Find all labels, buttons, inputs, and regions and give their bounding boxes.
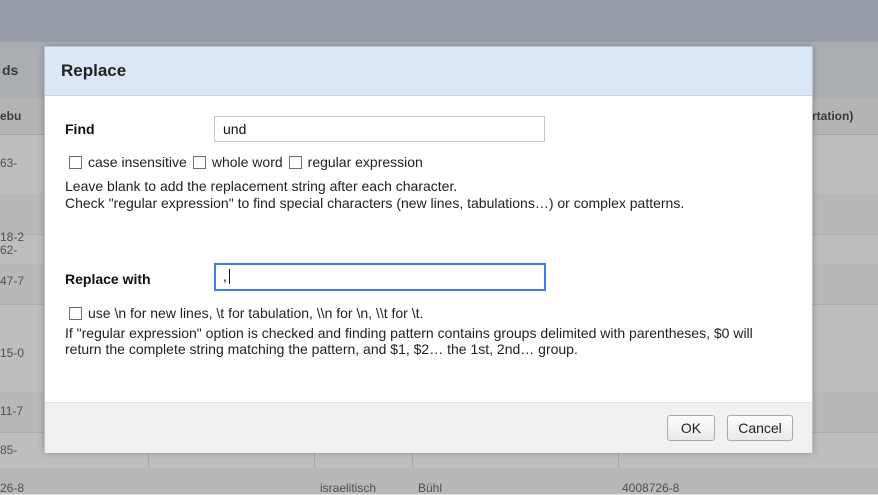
find-input-value: und (223, 121, 247, 137)
whole-word-option[interactable]: whole word (192, 154, 283, 170)
regular-expression-label[interactable]: regular expression (308, 154, 423, 170)
ok-button[interactable]: OK (667, 415, 715, 441)
case-insensitive-checkbox[interactable] (69, 155, 82, 169)
regular-expression-option[interactable]: regular expression (288, 154, 423, 170)
whole-word-checkbox[interactable] (192, 155, 206, 169)
dialog-title: Replace (61, 61, 127, 80)
replace-with-input-value: , (223, 268, 227, 284)
escape-sequences-checkbox[interactable] (69, 306, 82, 320)
find-hint-blank: Leave blank to add the replacement strin… (65, 178, 458, 194)
find-input[interactable]: und (214, 116, 545, 142)
replace-hint-groups: If "regular expression" option is checke… (65, 325, 753, 357)
case-insensitive-label[interactable]: case insensitive (88, 154, 187, 170)
find-options: case insensitive whole word regular expr… (69, 154, 429, 170)
find-hint-regex: Check "regular expression" to find speci… (65, 195, 685, 211)
dialog-footer: OK Cancel (45, 402, 812, 453)
case-insensitive-option[interactable]: case insensitive (69, 154, 187, 170)
cancel-button[interactable]: Cancel (727, 415, 793, 441)
find-label: Find (65, 121, 95, 137)
text-caret (228, 269, 230, 284)
escape-sequences-label[interactable]: use \n for new lines, \t for tabulation,… (88, 305, 423, 321)
escape-option[interactable]: use \n for new lines, \t for tabulation,… (69, 305, 423, 321)
replace-with-label: Replace with (65, 271, 151, 287)
dialog-title-bar[interactable]: Replace (45, 47, 812, 96)
replace-dialog: Replace Find und case insensitive whole … (44, 46, 813, 453)
whole-word-label[interactable]: whole word (212, 154, 283, 170)
regular-expression-checkbox[interactable] (288, 155, 302, 169)
replace-with-input[interactable]: , (214, 263, 546, 291)
